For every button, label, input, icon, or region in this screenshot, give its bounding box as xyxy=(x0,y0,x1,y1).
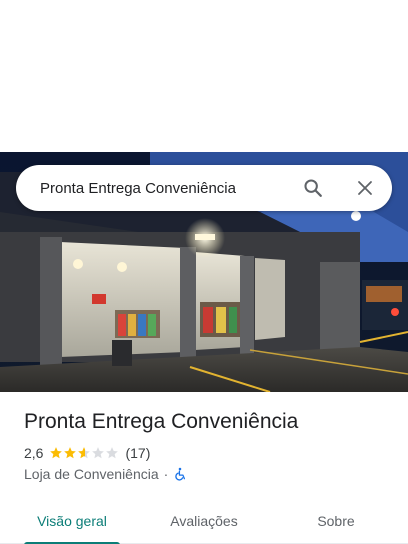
tab-label: Sobre xyxy=(317,513,355,529)
star-icon xyxy=(106,447,119,459)
tab-sobre[interactable]: Sobre xyxy=(300,498,372,544)
search-input[interactable]: Pronta Entrega Conveniência xyxy=(16,180,293,197)
top-blank-area xyxy=(0,0,408,152)
category-row: Loja de Conveniência · xyxy=(24,466,187,482)
place-tabs: Visão geral Avaliações Sobre xyxy=(0,498,408,544)
place-title: Pronta Entrega Conveniência xyxy=(24,410,299,433)
search-bar[interactable]: Pronta Entrega Conveniência xyxy=(16,165,392,211)
separator-dot: · xyxy=(163,466,169,482)
place-category[interactable]: Loja de Conveniência xyxy=(24,466,159,482)
star-icon xyxy=(92,447,105,459)
star-icon xyxy=(50,447,63,459)
tab-label: Avaliações xyxy=(170,513,238,529)
tab-label: Visão geral xyxy=(37,513,107,529)
wheelchair-icon xyxy=(175,467,186,481)
search-icon xyxy=(304,179,322,197)
close-button[interactable] xyxy=(345,168,385,208)
rating-row[interactable]: 2,6 (17) xyxy=(24,445,150,461)
review-count[interactable]: (17) xyxy=(125,445,150,461)
rating-value: 2,6 xyxy=(24,445,44,461)
close-icon xyxy=(358,181,372,195)
star-rating xyxy=(49,446,119,460)
star-icon xyxy=(78,447,91,459)
tab-avaliacoes[interactable]: Avaliações xyxy=(158,498,250,544)
place-info-panel: Pronta Entrega Conveniência 2,6 (17) Loj… xyxy=(0,392,408,544)
search-button[interactable] xyxy=(293,168,333,208)
tab-visao-geral[interactable]: Visão geral xyxy=(24,498,120,544)
star-icon xyxy=(64,447,77,459)
